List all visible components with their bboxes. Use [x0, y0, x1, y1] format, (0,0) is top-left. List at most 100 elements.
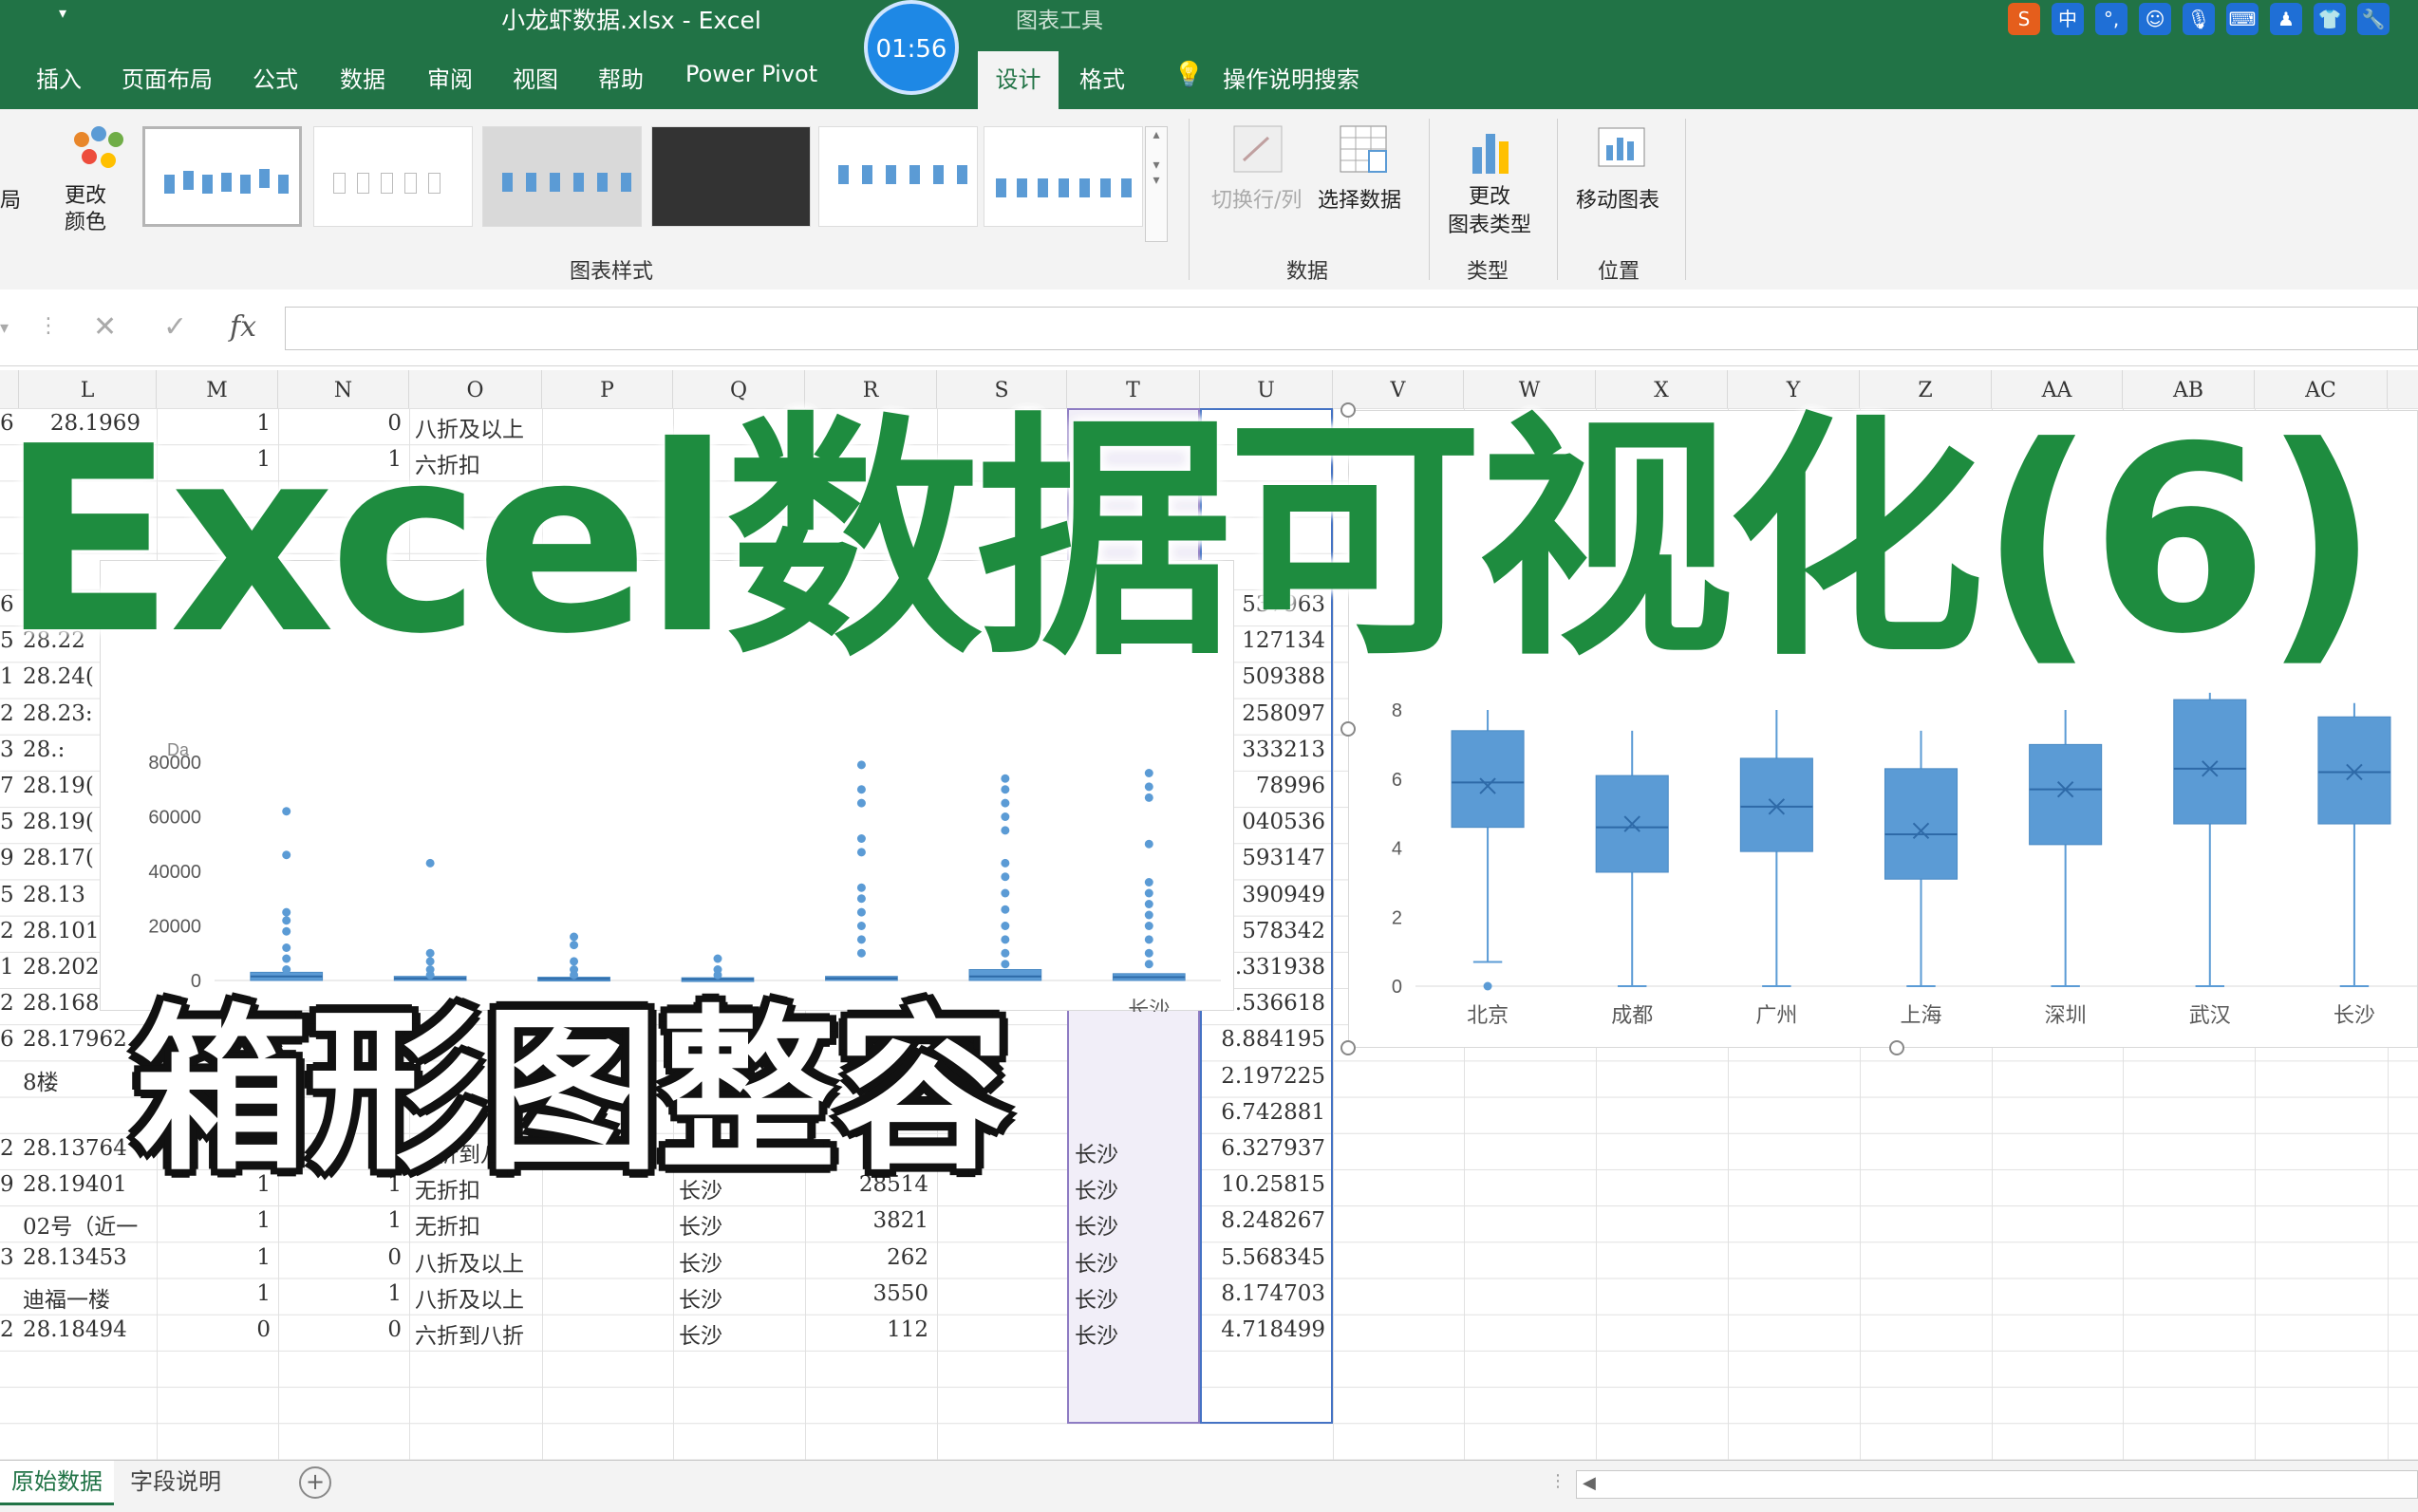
styles-scroll-more-icon[interactable]: ▴ ▾ ▾	[1145, 126, 1168, 242]
cell[interactable]: 28.13453	[23, 1245, 127, 1270]
cell[interactable]: 9	[0, 1172, 14, 1197]
cell[interactable]: 八折及以上	[415, 1245, 524, 1278]
cell[interactable]: 6.327937	[1200, 1136, 1325, 1161]
user-icon[interactable]: ♟	[2270, 3, 2302, 35]
cell[interactable]: 9	[0, 846, 14, 870]
cell[interactable]: 5	[0, 883, 14, 907]
cell[interactable]: 3	[0, 737, 14, 762]
box-plot-item[interactable]	[1451, 710, 1525, 991]
formula-input[interactable]	[285, 307, 2418, 350]
box-plot-item[interactable]	[2317, 702, 2391, 987]
box-plot-item[interactable]	[968, 774, 1042, 981]
tab-format[interactable]: 格式	[1079, 61, 1125, 94]
cell[interactable]: 262	[805, 1245, 928, 1270]
chart-style-1[interactable]	[142, 126, 302, 227]
mic-icon[interactable]: 🎙	[2183, 3, 2215, 35]
move-chart-button[interactable]: 移动图表	[1576, 183, 1659, 214]
cell[interactable]: 28.19401	[23, 1172, 127, 1197]
tab-help[interactable]: 帮助	[598, 61, 644, 94]
cell[interactable]: 28.19(	[23, 810, 94, 834]
name-box-dropdown-icon[interactable]: ▾	[0, 318, 9, 338]
color-palette-icon[interactable]	[66, 122, 133, 179]
select-data-button[interactable]: 选择数据	[1318, 183, 1401, 214]
tab-insert[interactable]: 插入	[36, 61, 82, 94]
cell[interactable]: 3550	[805, 1281, 928, 1306]
tab-formulas[interactable]: 公式	[253, 61, 298, 94]
cell[interactable]: 长沙	[1075, 1208, 1118, 1241]
horizontal-scrollbar[interactable]: ◀	[1576, 1470, 2418, 1499]
keyboard-icon[interactable]: ⌨	[2226, 3, 2259, 35]
box-plot-item[interactable]	[1739, 710, 1813, 987]
cell[interactable]: 2	[0, 701, 14, 726]
box-plot-item[interactable]	[537, 932, 610, 982]
cell[interactable]: 长沙	[679, 1208, 722, 1241]
cell[interactable]: 28.13764	[23, 1136, 127, 1161]
cell[interactable]: 8楼	[23, 1064, 59, 1096]
box-plot-item[interactable]	[250, 807, 324, 981]
cell[interactable]: 5.568345	[1200, 1245, 1325, 1270]
cell[interactable]: 28.18494	[23, 1317, 127, 1342]
cell[interactable]: 2	[0, 991, 14, 1016]
cell[interactable]: 长沙	[1075, 1245, 1118, 1278]
cell[interactable]: 8.884195	[1200, 1027, 1325, 1052]
cell[interactable]: 八折及以上	[415, 1281, 524, 1314]
scroll-left-icon[interactable]: ◀	[1583, 1473, 1596, 1493]
cell[interactable]: 6	[0, 1027, 14, 1052]
box-plot-item[interactable]	[825, 760, 898, 981]
tab-view[interactable]: 视图	[513, 61, 558, 94]
cell[interactable]: 3	[0, 1245, 14, 1270]
ime-chinese-mode[interactable]: 中	[2052, 3, 2084, 35]
ime-punctuation-icon[interactable]: °,	[2095, 3, 2127, 35]
box-plot-item[interactable]	[1595, 730, 1669, 987]
cell[interactable]: 0	[157, 1317, 271, 1342]
cell[interactable]: 2	[0, 919, 14, 943]
cell[interactable]: 28.17(	[23, 846, 94, 870]
chart-style-6[interactable]	[984, 126, 1143, 227]
cancel-icon[interactable]: ✕	[93, 310, 117, 344]
select-data-icon[interactable]	[1337, 122, 1394, 177]
cell[interactable]: 28.17962	[23, 1027, 127, 1052]
cell[interactable]: 1	[157, 1208, 271, 1233]
tab-data[interactable]: 数据	[340, 61, 385, 94]
resize-handle[interactable]	[1889, 1040, 1904, 1055]
cell[interactable]: 1	[0, 955, 14, 980]
box-plot-item[interactable]	[2029, 710, 2103, 987]
cell[interactable]: 长沙	[1075, 1172, 1118, 1204]
cell[interactable]: 10.25815	[1200, 1172, 1325, 1197]
tab-design[interactable]: 设计	[978, 51, 1059, 109]
resize-handle[interactable]	[1340, 721, 1356, 737]
move-chart-icon[interactable]	[1595, 122, 1648, 177]
cell[interactable]: 2	[0, 1136, 14, 1161]
cell[interactable]: 迪福一楼	[23, 1281, 110, 1314]
cell[interactable]: 02号（近一	[23, 1208, 138, 1241]
change-chart-type-button[interactable]: 更改 图表类型	[1448, 183, 1531, 240]
cell[interactable]: 1	[157, 1245, 271, 1270]
cell[interactable]: 1	[278, 1208, 402, 1233]
resize-handle[interactable]	[1340, 1040, 1356, 1055]
tab-power-pivot[interactable]: Power Pivot	[685, 61, 817, 87]
cell[interactable]: 28.13	[23, 883, 85, 907]
cell[interactable]: 长沙	[679, 1245, 722, 1278]
change-chart-type-icon[interactable]	[1467, 122, 1520, 177]
chart-style-5[interactable]	[818, 126, 978, 227]
chart-style-3[interactable]	[482, 126, 642, 227]
cell[interactable]: 3821	[805, 1208, 928, 1233]
cell[interactable]: 28.:	[23, 737, 65, 762]
cell[interactable]: 长沙	[679, 1281, 722, 1314]
chart-style-2[interactable]	[313, 126, 473, 227]
insert-function-icon[interactable]: fx	[230, 310, 256, 344]
box-plot-item[interactable]	[2173, 692, 2247, 987]
box-plot-item[interactable]	[393, 858, 467, 981]
cell[interactable]: 28.23:	[23, 701, 93, 726]
cell[interactable]: 0	[278, 1245, 402, 1270]
cell[interactable]: 2.197225	[1200, 1064, 1325, 1089]
cell[interactable]: 无折扣	[415, 1208, 480, 1241]
add-chart-element-label[interactable]: 局	[0, 183, 21, 214]
box-plot-item[interactable]	[1112, 769, 1186, 981]
sheet-tab-raw-data[interactable]: 原始数据	[0, 1461, 114, 1505]
cell[interactable]: 长沙	[1075, 1136, 1118, 1168]
confirm-icon[interactable]: ✓	[163, 310, 187, 344]
cell[interactable]: 六折到八折	[415, 1317, 524, 1350]
tab-page-layout[interactable]: 页面布局	[122, 61, 213, 94]
cell[interactable]: 112	[805, 1317, 928, 1342]
